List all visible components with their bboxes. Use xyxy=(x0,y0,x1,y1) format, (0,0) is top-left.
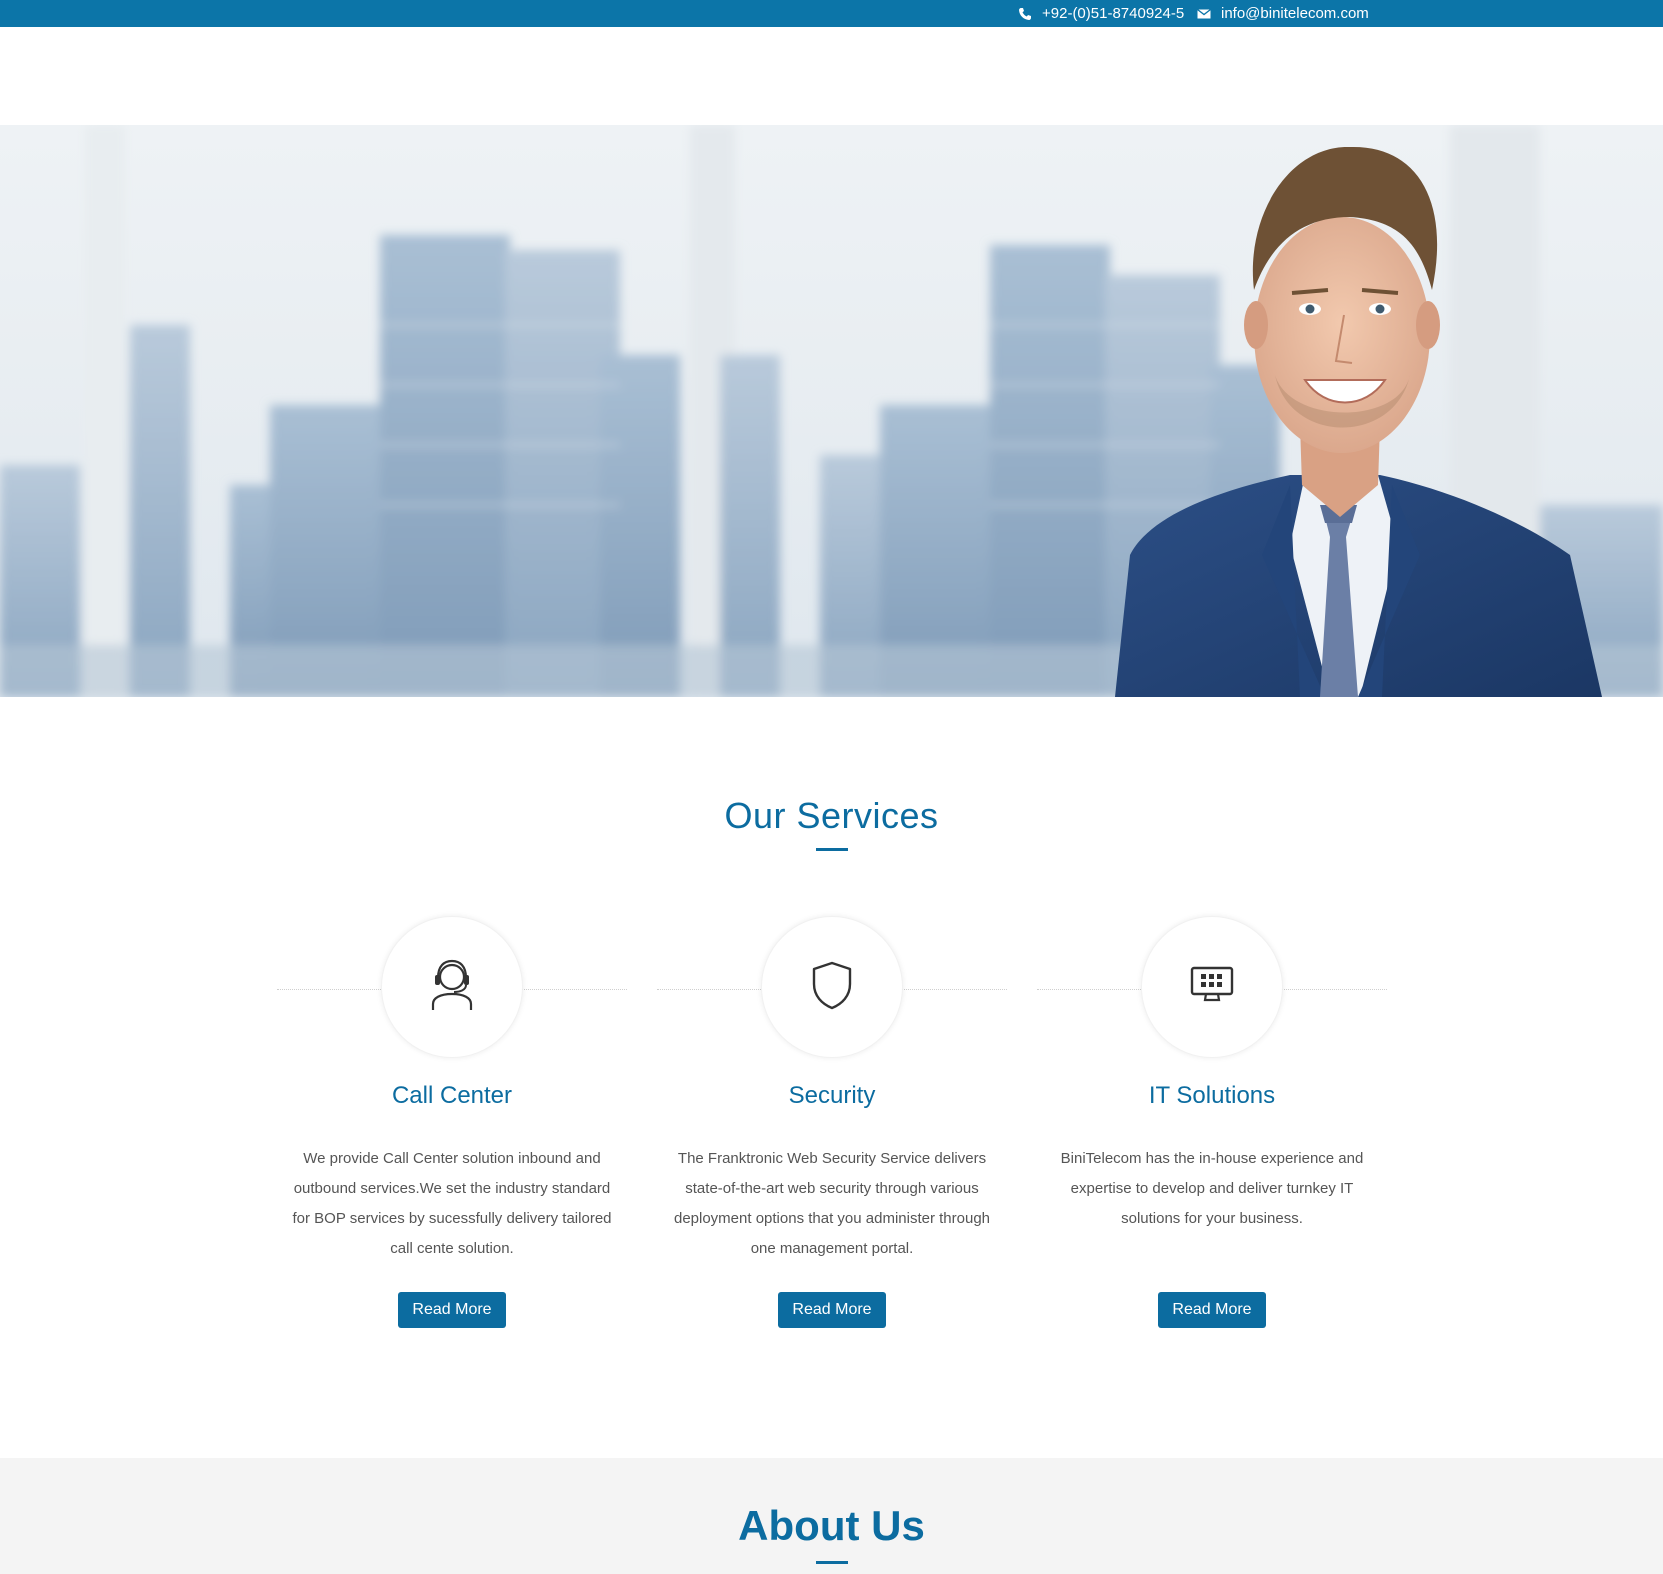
email-address: info@binitelecom.com xyxy=(1221,5,1369,22)
hero-image xyxy=(0,125,1663,697)
description-line: call cente solution. xyxy=(390,1240,514,1257)
description-line: outbound services.We set the industry st… xyxy=(293,1180,611,1197)
description-line: for BOP services by sucessfully delivery… xyxy=(292,1210,612,1227)
description-line: solutions for your business. xyxy=(1121,1210,1303,1227)
email-contact[interactable]: info@binitelecom.com xyxy=(1197,0,1369,27)
read-more-button-call-center[interactable]: Read More xyxy=(398,1292,506,1328)
description-line: deployment options that you administer t… xyxy=(673,1210,991,1227)
service-icon-circle xyxy=(761,916,903,1058)
phone-number: +92-(0)51-8740924-5 xyxy=(1042,5,1185,22)
description-line: We provide Call Center solution inbound … xyxy=(303,1150,601,1167)
site-header xyxy=(0,27,1663,125)
description-line: state-of-the-art web security through va… xyxy=(685,1180,979,1197)
description-line: BiniTelecom has the in-house experience … xyxy=(1060,1150,1364,1167)
envelope-icon xyxy=(1197,7,1211,21)
service-description: We provide Call Center solution inbound … xyxy=(277,1144,627,1264)
phone-contact[interactable]: +92-(0)51-8740924-5 xyxy=(1018,0,1184,27)
title-underline xyxy=(816,1561,848,1564)
phone-icon xyxy=(1018,7,1032,21)
service-icon-circle xyxy=(1141,916,1283,1058)
top-contact-bar: +92-(0)51-8740924-5 info@binitelecom.com xyxy=(0,0,1663,27)
service-name: Call Center xyxy=(391,1082,513,1109)
shield-icon xyxy=(811,960,853,1015)
read-more-button-it-solutions[interactable]: Read More xyxy=(1158,1292,1266,1328)
service-name: IT Solutions xyxy=(1148,1082,1276,1109)
read-more-button-security[interactable]: Read More xyxy=(778,1292,886,1328)
description-line: expertise to develop and deliver turnkey… xyxy=(1070,1180,1354,1197)
title-underline xyxy=(816,848,848,851)
description-line: one management portal. xyxy=(750,1240,914,1257)
hero-banner xyxy=(0,125,1663,697)
service-description: BiniTelecom has the in-house experience … xyxy=(1037,1144,1387,1234)
headset-agent-icon xyxy=(430,958,474,1017)
description-line: The Franktronic Web Security Service del… xyxy=(677,1150,987,1167)
section-title-services: Our Services xyxy=(724,795,939,836)
service-description: The Franktronic Web Security Service del… xyxy=(657,1144,1007,1264)
monitor-icon xyxy=(1190,966,1234,1009)
service-icon-circle xyxy=(381,916,523,1058)
section-title-about: About Us xyxy=(738,1502,925,1549)
service-name: Security xyxy=(788,1082,876,1109)
